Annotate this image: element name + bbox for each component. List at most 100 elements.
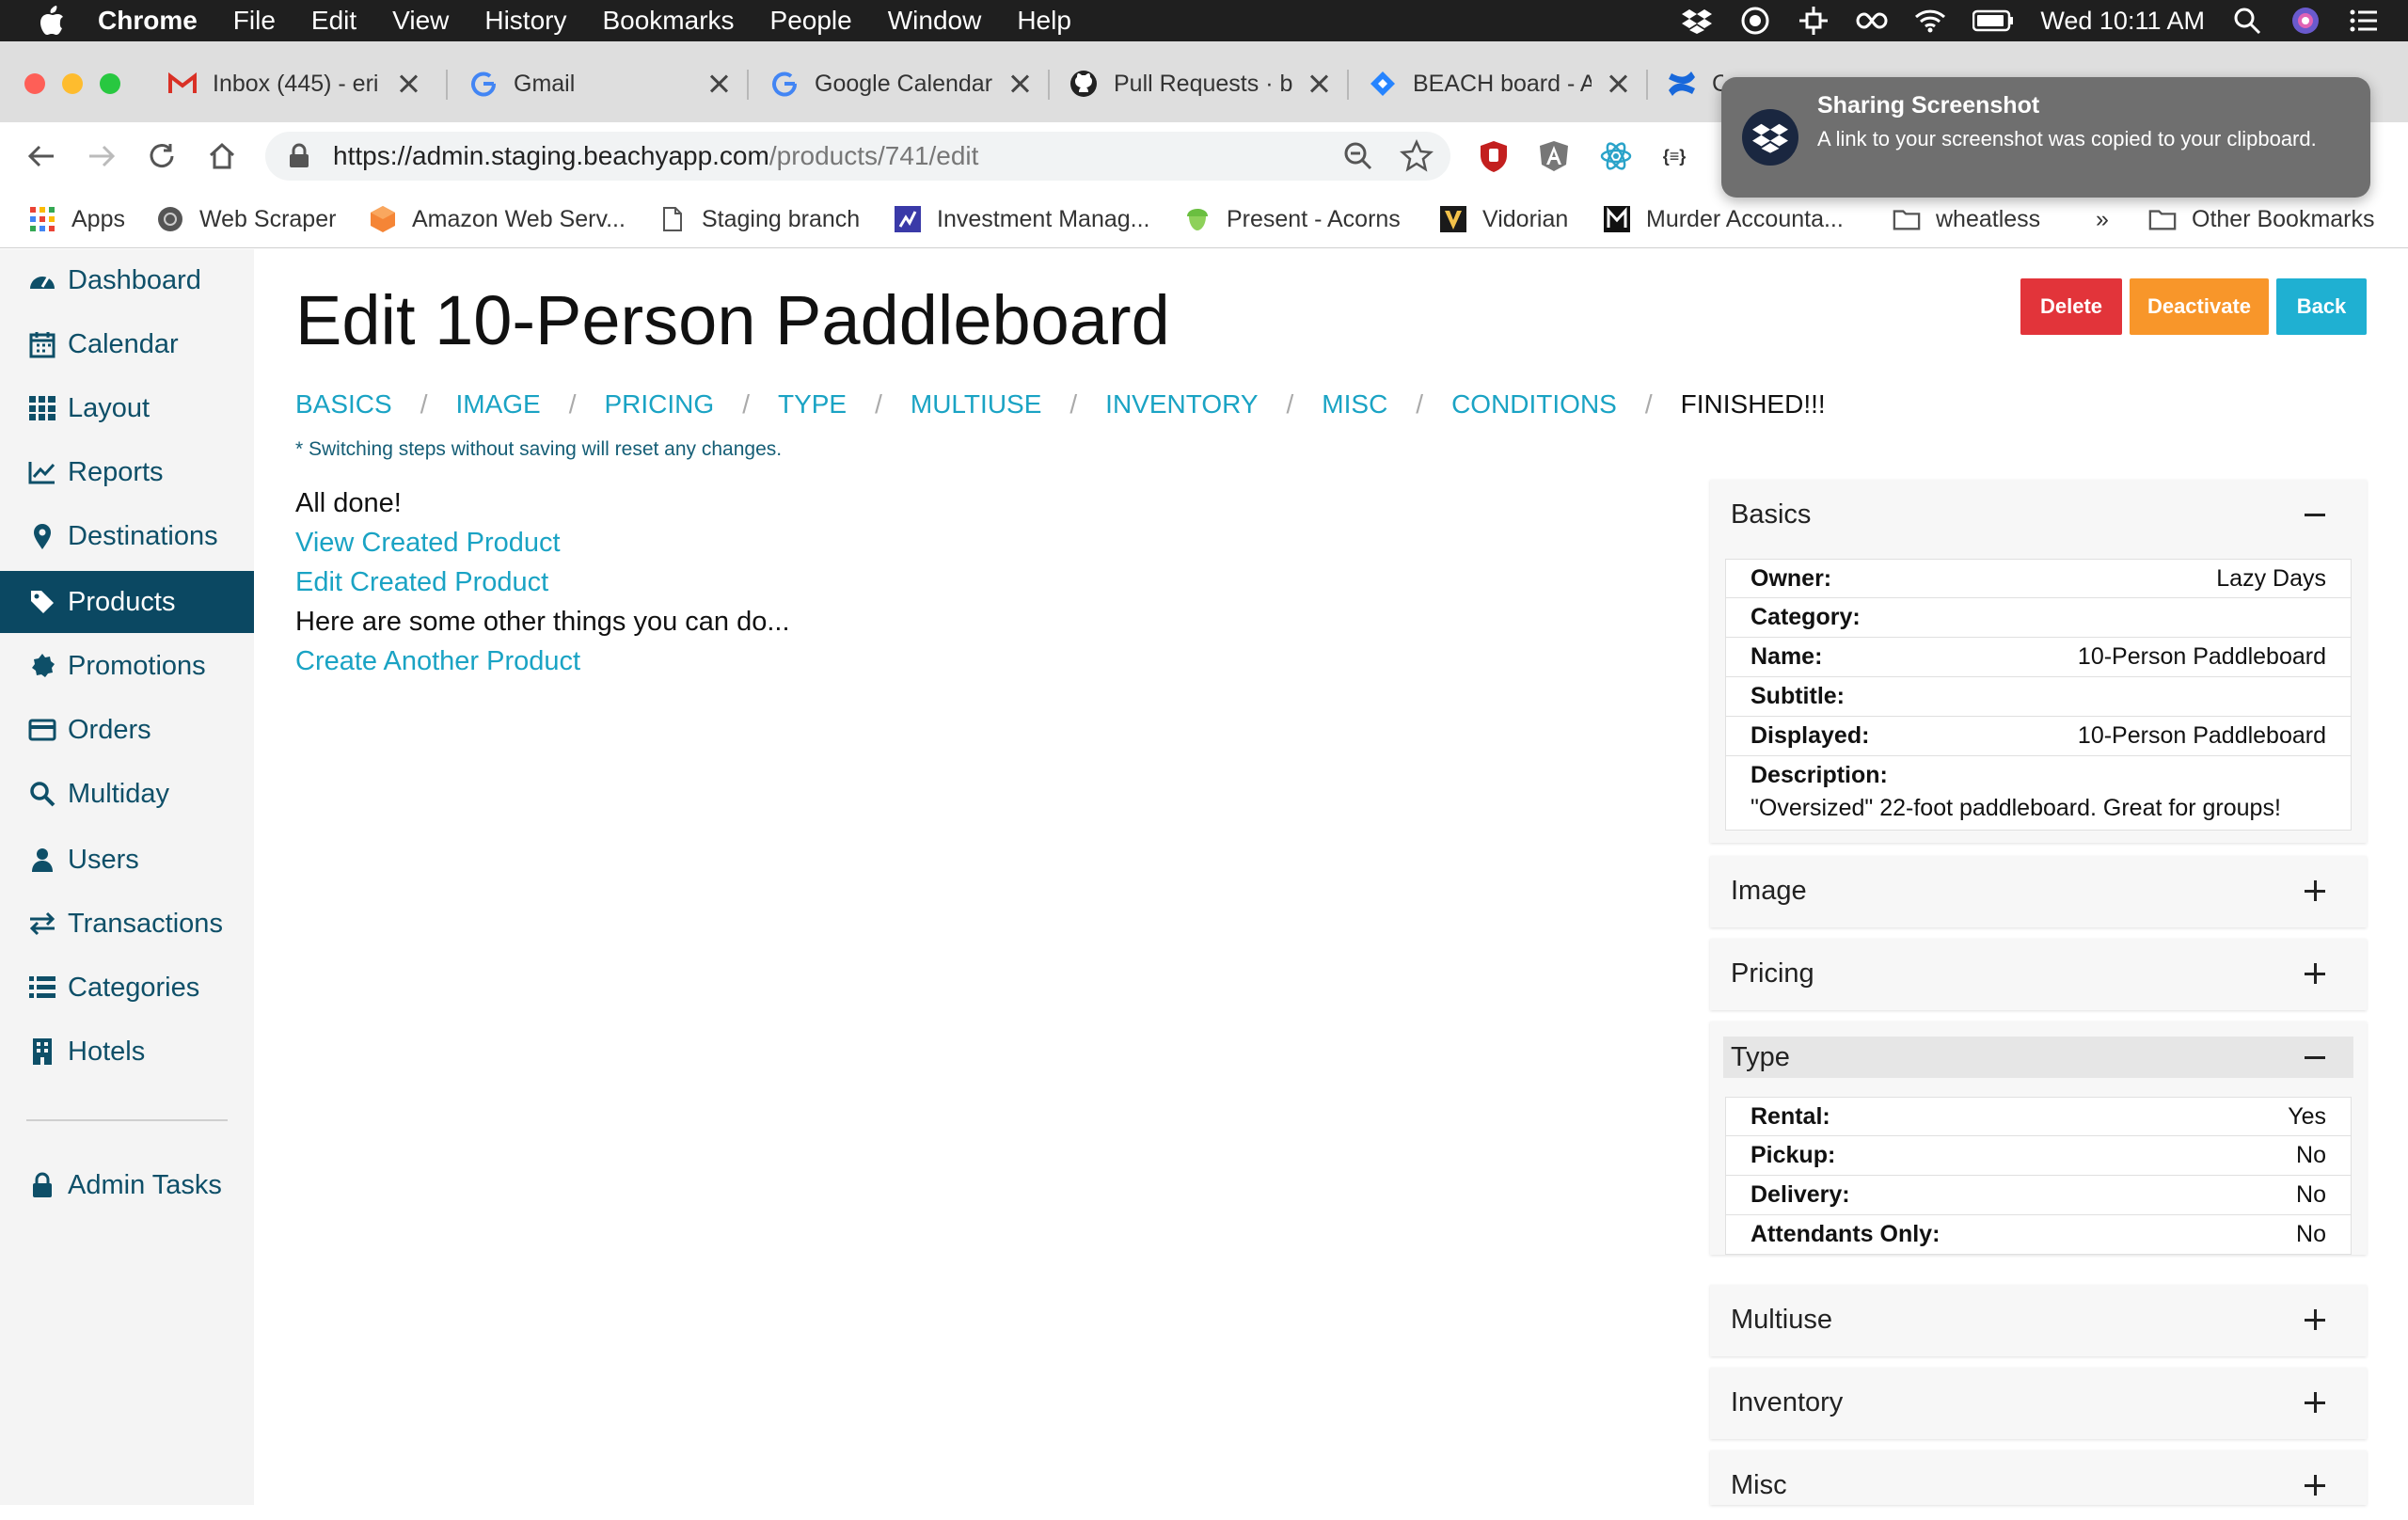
notification-center-icon[interactable] (2348, 7, 2380, 35)
bookmark-investment-manager[interactable]: Investment Manag... (894, 202, 1150, 236)
sidebar-item-calendar[interactable]: Calendar (0, 313, 254, 375)
window-zoom-button[interactable] (100, 73, 120, 94)
bookmark-folder-wheatless[interactable]: wheatless (1893, 202, 2040, 236)
bookmark-present-acorns[interactable]: Present - Acorns (1183, 202, 1401, 236)
collapse-icon[interactable] (2301, 500, 2329, 529)
deactivate-button[interactable]: Deactivate (2130, 278, 2269, 335)
multiuse-panel[interactable]: Multiuse (1710, 1285, 2367, 1356)
close-icon[interactable] (1608, 74, 1627, 93)
bookmarks-overflow-button[interactable]: » (2096, 202, 2109, 236)
misc-panel-header[interactable]: Misc (1710, 1450, 2367, 1520)
spotlight-search-icon[interactable] (2231, 7, 2263, 35)
bookmark-amazon-web-services[interactable]: Amazon Web Serv... (369, 202, 626, 236)
step-pricing[interactable]: PRICING (605, 389, 715, 420)
misc-panel[interactable]: Misc (1710, 1450, 2367, 1505)
siri-icon[interactable] (2289, 7, 2321, 35)
sidebar-item-hotels[interactable]: Hotels (0, 1021, 254, 1083)
close-icon[interactable] (709, 74, 728, 93)
window-minimize-button[interactable] (62, 73, 83, 94)
sidebar-item-transactions[interactable]: Transactions (0, 893, 254, 955)
json-extension-icon[interactable]: {≡} (1657, 139, 1691, 173)
sidebar-item-destinations[interactable]: Destinations (0, 505, 254, 567)
sidebar-item-orders[interactable]: Orders (0, 699, 254, 761)
tab-inbox[interactable]: Inbox (445) - eri (167, 62, 433, 105)
tab-gmail[interactable]: Gmail (468, 62, 743, 105)
menu-view[interactable]: View (392, 6, 449, 36)
sidebar-item-admin-tasks[interactable]: Admin Tasks (0, 1154, 254, 1216)
pricing-panel-header[interactable]: Pricing (1710, 939, 2367, 1008)
sidebar-item-layout[interactable]: Layout (0, 377, 254, 439)
sidebar-item-reports[interactable]: Reports (0, 441, 254, 503)
react-extension-icon[interactable] (1599, 139, 1633, 173)
move-status-icon[interactable] (1798, 7, 1830, 35)
menu-history[interactable]: History (484, 6, 566, 36)
dropbox-status-icon[interactable] (1681, 7, 1713, 35)
tab-beach-board[interactable]: BEACH board - A (1368, 62, 1642, 105)
bookmark-staging-branch[interactable]: Staging branch (658, 202, 860, 236)
ublock-extension-icon[interactable] (1477, 139, 1511, 173)
menu-file[interactable]: File (233, 6, 276, 36)
pricing-panel[interactable]: Pricing (1710, 939, 2367, 1010)
collapse-icon[interactable] (2301, 1043, 2329, 1071)
battery-icon[interactable] (1972, 7, 2014, 35)
sidebar-item-promotions[interactable]: Promotions (0, 635, 254, 697)
bookmark-murder-accountability[interactable]: Murder Accounta... (1603, 202, 1844, 236)
inventory-panel-header[interactable]: Inventory (1710, 1368, 2367, 1437)
bookmark-folder-other-bookmarks[interactable]: Other Bookmarks (2148, 202, 2375, 236)
menu-app-name[interactable]: Chrome (98, 6, 198, 36)
step-type[interactable]: TYPE (778, 389, 847, 420)
type-panel-header[interactable]: Type (1723, 1037, 2353, 1078)
menu-bookmarks[interactable]: Bookmarks (602, 6, 734, 36)
bookmark-apps[interactable]: Apps (28, 202, 125, 236)
sidebar-item-categories[interactable]: Categories (0, 957, 254, 1019)
circle-status-icon[interactable] (1739, 7, 1771, 35)
address-bar[interactable]: https://admin.staging.beachyapp.com/prod… (265, 132, 1450, 181)
sharing-screenshot-notification[interactable]: Sharing Screenshot A link to your screen… (1721, 77, 2370, 198)
inventory-panel[interactable]: Inventory (1710, 1368, 2367, 1439)
image-panel[interactable]: Image (1710, 856, 2367, 927)
delete-button[interactable]: Delete (2020, 278, 2122, 335)
edit-created-product-link[interactable]: Edit Created Product (295, 567, 548, 597)
reload-icon[interactable] (143, 137, 181, 175)
menu-window[interactable]: Window (888, 6, 982, 36)
menu-edit[interactable]: Edit (311, 6, 356, 36)
step-misc[interactable]: MISC (1322, 389, 1387, 420)
tab-confluence[interactable]: C (1667, 62, 1723, 105)
close-icon[interactable] (399, 74, 418, 93)
home-icon[interactable] (203, 137, 241, 175)
close-icon[interactable] (1010, 74, 1029, 93)
menubar-clock[interactable]: Wed 10:11 AM (2040, 7, 2205, 36)
infinity-status-icon[interactable] (1856, 7, 1888, 35)
step-multiuse[interactable]: MULTIUSE (911, 389, 1042, 420)
step-inventory[interactable]: INVENTORY (1105, 389, 1258, 420)
multiuse-panel-header[interactable]: Multiuse (1710, 1285, 2367, 1354)
back-arrow-icon[interactable] (23, 137, 60, 175)
tab-pull-requests[interactable]: Pull Requests · b (1069, 62, 1343, 105)
forward-arrow-icon[interactable] (83, 137, 120, 175)
zoom-icon[interactable] (1343, 141, 1373, 171)
expand-icon[interactable] (2301, 877, 2329, 905)
back-button[interactable]: Back (2276, 278, 2367, 335)
menu-help[interactable]: Help (1017, 6, 1071, 36)
view-created-product-link[interactable]: View Created Product (295, 528, 561, 558)
wifi-icon[interactable] (1914, 7, 1946, 35)
sidebar-item-dashboard[interactable]: Dashboard (0, 249, 254, 311)
sidebar-item-users[interactable]: Users (0, 829, 254, 891)
step-basics[interactable]: BASICS (295, 389, 392, 420)
window-close-button[interactable] (24, 73, 45, 94)
close-icon[interactable] (1309, 74, 1328, 93)
tab-google-calendar[interactable]: Google Calendar (769, 62, 1044, 105)
bookmark-web-scraper[interactable]: Web Scraper (156, 202, 336, 236)
step-conditions[interactable]: CONDITIONS (1451, 389, 1617, 420)
angular-extension-icon[interactable] (1537, 139, 1571, 173)
expand-icon[interactable] (2301, 1471, 2329, 1499)
apple-icon[interactable] (38, 5, 66, 37)
bookmark-vidorian[interactable]: Vidorian (1439, 202, 1568, 236)
sidebar-item-multiday[interactable]: Multiday (0, 763, 254, 825)
step-image[interactable]: IMAGE (455, 389, 540, 420)
expand-icon[interactable] (2301, 1388, 2329, 1417)
basics-panel-header[interactable]: Basics (1710, 480, 2367, 549)
menu-people[interactable]: People (770, 6, 852, 36)
sidebar-item-products[interactable]: Products (0, 571, 254, 633)
image-panel-header[interactable]: Image (1710, 856, 2367, 926)
